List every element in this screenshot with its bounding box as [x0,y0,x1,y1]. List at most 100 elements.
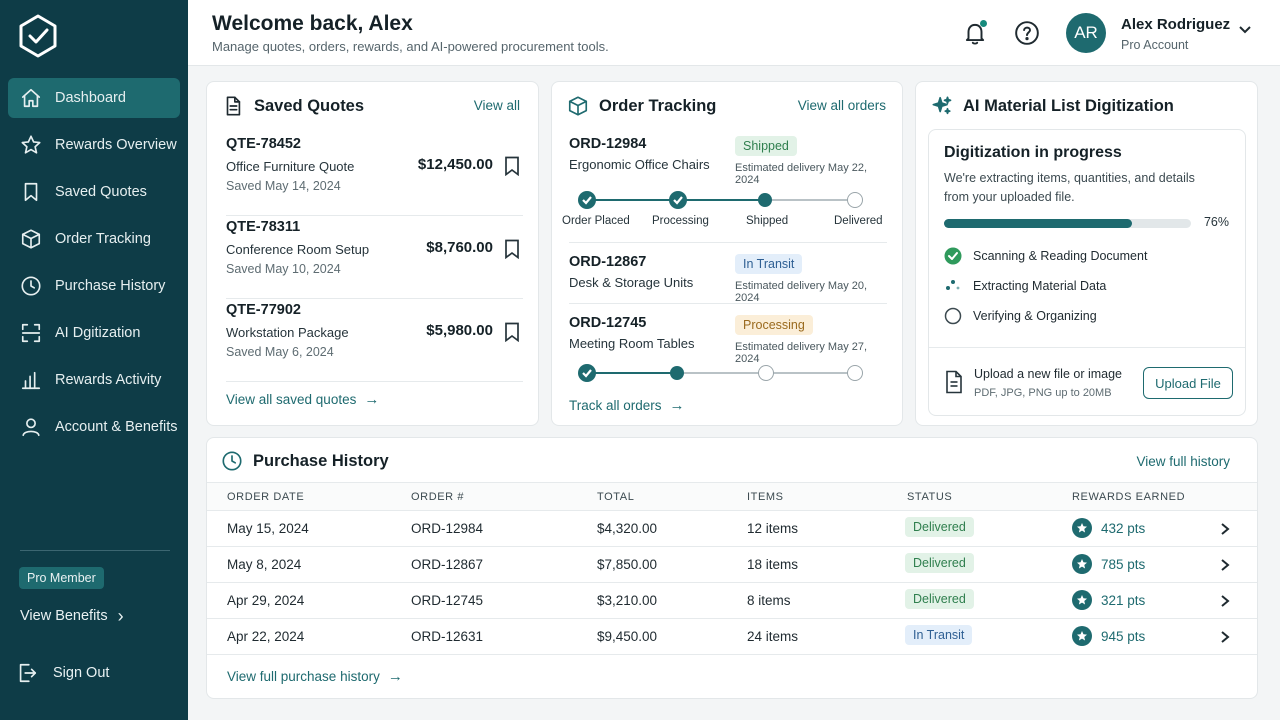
loading-dots-icon [944,277,962,295]
quote-item[interactable]: QTE-77902 Workstation Package Saved May … [226,302,523,382]
upload-file-button[interactable]: Upload File [1143,367,1233,399]
arrow-right-icon: → [364,391,380,408]
page-title: Welcome back, Alex [212,12,413,35]
clock-icon [20,275,42,297]
sidebar-item-label: Account & Benefits [55,419,178,435]
status-badge: Delivered [905,589,974,609]
sidebar-item-label: Saved Quotes [55,184,147,200]
divider [929,347,1245,348]
column-header: ORDER # [411,491,465,503]
view-all-saved-quotes-label: View all saved quotes [226,392,357,407]
sidebar-item-dashboard[interactable]: Dashboard [8,78,180,118]
saved-quotes-title: Saved Quotes [222,95,364,117]
bookmark-icon[interactable] [504,239,520,260]
empty-circle-icon [944,307,962,325]
sidebar-item-rewards-activity[interactable]: Rewards Activity [8,360,180,400]
sidebar-item-order-tracking[interactable]: Order Tracking [8,219,180,259]
view-full-history-link[interactable]: View full history [1136,454,1230,469]
order-total: $3,210.00 [597,593,658,608]
rewards-points: 945 pts [1101,628,1146,644]
column-header: TOTAL [597,491,635,503]
divider [569,242,887,243]
notifications-button[interactable] [962,20,988,46]
table-row[interactable]: May 15, 2024 ORD-12984 $4,320.00 12 item… [207,511,1257,547]
step-complete-check-icon [578,364,596,382]
sidebar-item-rewards-overview[interactable]: Rewards Overview [8,125,180,165]
view-all-quotes-link[interactable]: View all [474,98,520,113]
chevron-right-icon[interactable] [1219,630,1231,644]
view-all-orders-link[interactable]: View all orders [798,98,886,113]
chevron-right-icon[interactable] [1219,594,1231,608]
order-number: ORD-12631 [411,629,484,644]
digitization-progress-bar [944,219,1191,228]
digitization-step: Verifying & Organizing [944,307,1097,325]
top-header: Welcome back, Alex Manage quotes, orders… [188,0,1280,66]
chevron-right-icon[interactable] [1219,522,1231,536]
order-item[interactable]: ORD-12745 Meeting Room Tables Processing… [569,315,887,365]
quote-name: Office Furniture Quote [226,159,355,174]
step-label: Processing [652,215,709,227]
sidebar-item-account-benefits[interactable]: Account & Benefits [8,407,180,447]
star-icon [1072,518,1092,538]
quote-amount: $12,450.00 [417,156,493,173]
divider [569,303,887,304]
order-item[interactable]: ORD-12867 Desk & Storage Units In Transi… [569,254,887,304]
order-total: $7,850.00 [597,557,658,572]
step-complete-check-icon [669,191,687,209]
sidebar-item-purchase-history[interactable]: Purchase History [8,266,180,306]
rewards-points: 785 pts [1101,556,1146,572]
order-id: ORD-12867 [569,254,647,270]
order-item[interactable]: ORD-12984 Ergonomic Office Chairs Shippe… [569,136,887,186]
quote-id: QTE-77902 [226,302,301,318]
order-eta: Estimated delivery May 27, 2024 [735,341,868,365]
quote-item[interactable]: QTE-78311 Conference Room Setup Saved Ma… [226,219,523,299]
order-items: 18 items [747,557,799,572]
table-row[interactable]: Apr 22, 2024 ORD-12631 $9,450.00 24 item… [207,619,1257,655]
view-benefits-link[interactable]: View Benefits › [20,607,124,625]
quote-date: Saved May 6, 2024 [226,345,334,359]
view-all-saved-quotes-link[interactable]: View all saved quotes → [226,391,379,408]
quote-amount: $8,760.00 [426,239,493,256]
quote-id: QTE-78311 [226,219,301,235]
rewards-earned: 785 pts [1072,554,1145,574]
quote-item[interactable]: QTE-78452 Office Furniture Quote Saved M… [226,136,523,216]
view-full-purchase-history-link[interactable]: View full purchase history → [227,668,403,685]
quote-date: Saved May 10, 2024 [226,262,341,276]
order-items: 24 items [747,629,799,644]
status-badge: Processing [735,315,813,335]
order-name: Ergonomic Office Chairs [569,157,710,172]
sign-out-icon [19,663,37,683]
sign-out-label: Sign Out [53,665,110,681]
chevron-right-icon[interactable] [1219,558,1231,572]
sidebar-divider [20,550,170,551]
saved-quotes-card: Saved Quotes View all QTE-78452 Office F… [206,81,539,426]
order-eta: Estimated delivery May 20, 2024 [735,280,868,304]
step-pending-dot [847,192,863,208]
avatar[interactable]: AR [1066,13,1106,53]
table-header: ORDER DATE ORDER # TOTAL ITEMS STATUS RE… [207,482,1257,511]
logo-icon[interactable] [18,14,58,58]
user-menu-chevron-down-icon[interactable] [1238,22,1252,36]
step-pending-dot [758,365,774,381]
bookmark-icon[interactable] [504,322,520,343]
sign-out-button[interactable]: Sign Out [16,662,109,684]
star-icon [1072,626,1092,646]
bookmark-icon[interactable] [504,156,520,177]
help-button[interactable] [1014,20,1040,46]
table-row[interactable]: Apr 29, 2024 ORD-12745 $3,210.00 8 items… [207,583,1257,619]
arrow-right-icon: → [387,668,403,685]
sidebar-item-ai-digitization[interactable]: AI Dgitization [8,313,180,353]
file-icon [944,370,964,394]
pro-member-badge: Pro Member [19,567,104,589]
sidebar-item-label: Purchase History [55,278,166,294]
order-eta: Estimated delivery May 22, 2024 [735,162,868,186]
view-benefits-label: View Benefits [20,608,108,624]
step-complete-check-icon [578,191,596,209]
table-row[interactable]: May 8, 2024 ORD-12867 $7,850.00 18 items… [207,547,1257,583]
status-badge: In Transit [905,625,973,645]
box-icon [568,96,588,116]
purchase-history-title: Purchase History [221,450,389,472]
sidebar-item-saved-quotes[interactable]: Saved Quotes [8,172,180,212]
sidebar: Dashboard Rewards Overview Saved Quotes … [0,0,188,720]
track-all-orders-link[interactable]: Track all orders → [569,397,685,414]
